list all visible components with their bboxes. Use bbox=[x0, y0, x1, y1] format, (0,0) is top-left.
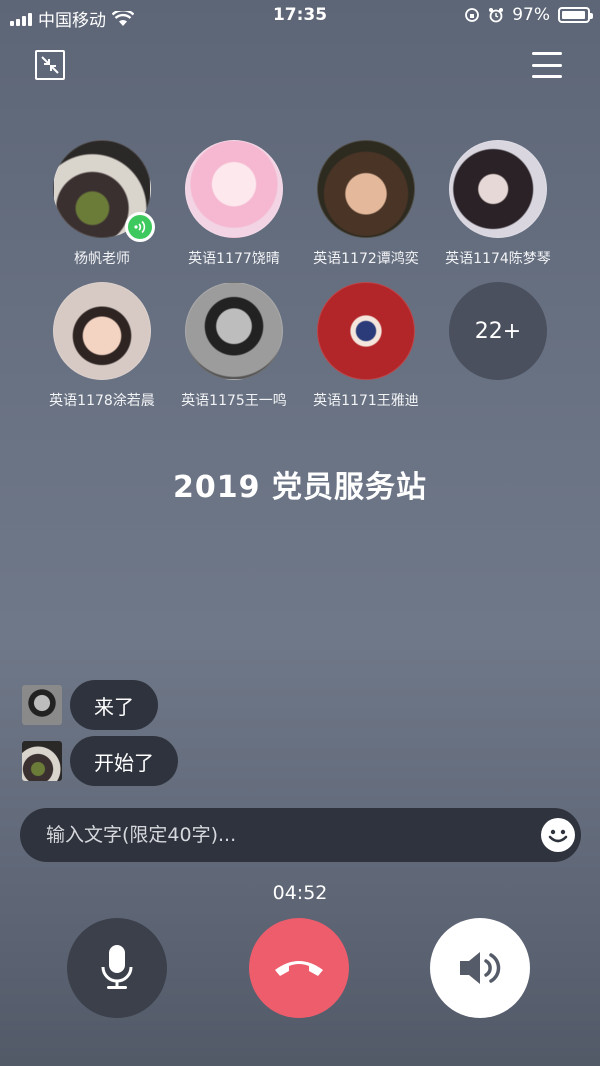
avatar bbox=[185, 140, 283, 238]
avatar bbox=[317, 282, 415, 380]
participants-grid: 杨帆老师 英语1177饶晴 英语1172谭鸿奕 英语1174陈梦琴 英语1178… bbox=[36, 140, 566, 424]
call-timer: 04:52 bbox=[272, 882, 328, 904]
participant-item[interactable]: 英语1178涂若晨 bbox=[36, 282, 168, 410]
menu-icon-bar bbox=[532, 52, 562, 55]
avatar bbox=[22, 741, 62, 781]
participant-name: 英语1177饶晴 bbox=[188, 251, 280, 267]
battery-icon bbox=[558, 7, 593, 23]
chat-bubble: 来了 bbox=[70, 680, 158, 730]
room-title: 2019 党员服务站 bbox=[173, 470, 427, 505]
chat-bubble: 开始了 bbox=[70, 736, 178, 786]
participant-item[interactable]: 英语1177饶晴 bbox=[168, 140, 300, 268]
message-input-bar bbox=[20, 808, 581, 862]
more-participants-button[interactable]: 22+ bbox=[449, 282, 547, 380]
participant-name: 杨帆老师 bbox=[74, 251, 130, 267]
menu-icon-bar bbox=[532, 75, 562, 78]
speaker-button[interactable] bbox=[430, 918, 530, 1018]
rotation-lock-icon bbox=[465, 8, 480, 22]
speaker-icon bbox=[460, 952, 501, 984]
emoji-button[interactable] bbox=[541, 818, 575, 852]
participant-name: 英语1172谭鸿奕 bbox=[313, 251, 419, 267]
participant-item[interactable]: 杨帆老师 bbox=[36, 140, 168, 268]
battery-percent: 97% bbox=[512, 5, 550, 25]
avatar bbox=[449, 140, 547, 238]
chat-message: 来了 bbox=[22, 680, 158, 730]
speaking-indicator-icon bbox=[125, 212, 155, 242]
message-input[interactable] bbox=[46, 824, 526, 846]
participant-name: 英语1174陈梦琴 bbox=[445, 251, 551, 267]
mute-microphone-button[interactable] bbox=[67, 918, 167, 1018]
participant-item[interactable]: 英语1175王一鸣 bbox=[168, 282, 300, 410]
microphone-icon bbox=[101, 945, 133, 989]
status-right: 97% bbox=[464, 5, 593, 25]
participant-item[interactable]: 英语1171王雅迪 bbox=[300, 282, 432, 410]
participant-item[interactable]: 英语1172谭鸿奕 bbox=[300, 140, 432, 268]
participant-name: 英语1171王雅迪 bbox=[313, 393, 419, 409]
minimize-button[interactable] bbox=[35, 50, 65, 80]
avatar bbox=[185, 282, 283, 380]
chat-message: 开始了 bbox=[22, 736, 178, 786]
minimize-icon bbox=[41, 56, 59, 74]
more-participants-item[interactable]: 22+ bbox=[432, 282, 564, 410]
avatar bbox=[317, 140, 415, 238]
alarm-icon bbox=[489, 8, 504, 23]
menu-icon-bar bbox=[532, 63, 562, 67]
participant-item[interactable]: 英语1174陈梦琴 bbox=[432, 140, 564, 268]
participant-name: 英语1175王一鸣 bbox=[181, 393, 287, 409]
hang-up-button[interactable] bbox=[249, 918, 349, 1018]
status-bar: 中国移动 17:35 97% bbox=[0, 0, 600, 32]
avatar bbox=[22, 685, 62, 725]
hang-up-phone-icon bbox=[275, 961, 323, 976]
participant-name: 英语1178涂若晨 bbox=[49, 393, 155, 409]
smiley-icon bbox=[548, 829, 568, 843]
menu-button[interactable] bbox=[532, 52, 562, 78]
avatar bbox=[53, 282, 151, 380]
